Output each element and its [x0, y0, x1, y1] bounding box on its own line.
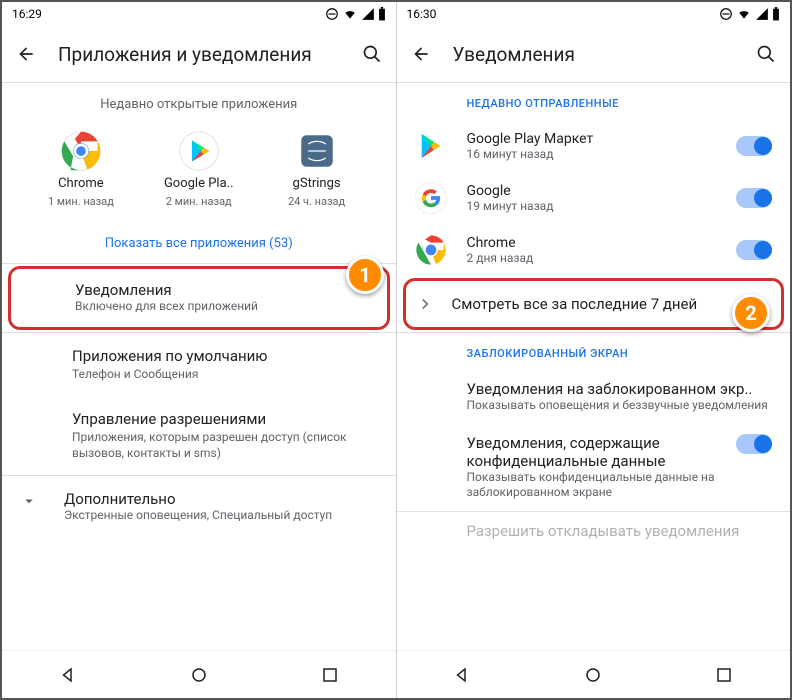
item-subtitle: Включено для всех приложений — [75, 299, 373, 315]
battery-icon — [772, 7, 780, 21]
search-button[interactable] — [360, 42, 384, 66]
dnd-icon — [325, 7, 339, 21]
permissions-item[interactable]: Управление разрешениями Приложения, кото… — [2, 396, 396, 475]
notif-name: Google — [467, 183, 717, 199]
notif-time: 19 минут назад — [467, 199, 717, 213]
header: Уведомления — [397, 26, 791, 82]
notif-item-playmarket[interactable]: Google Play Маркет 16 минут назад — [397, 120, 791, 172]
divider — [2, 263, 396, 264]
toggle-switch[interactable] — [736, 434, 772, 454]
notif-item-google[interactable]: Google 19 минут назад — [397, 172, 791, 224]
app-item-googleplay[interactable]: Google Pla.. 2 мин. назад — [154, 130, 244, 208]
nav-bar — [397, 650, 791, 698]
back-button[interactable] — [409, 42, 433, 66]
recent-apps-label: Недавно открытые приложения — [2, 83, 396, 122]
status-bar: 16:30 — [397, 2, 791, 26]
item-title: Уведомления, содержащие конфиденциальные… — [467, 434, 727, 470]
item-title: Уведомления на заблокированном экр.. — [467, 380, 773, 398]
allow-snooze-item[interactable]: Разрешить откладывать уведомления — [397, 512, 791, 550]
app-name: Google Pla.. — [164, 176, 234, 191]
chrome-icon — [60, 130, 102, 172]
signal-icon — [755, 7, 769, 21]
nav-back[interactable] — [450, 663, 474, 687]
item-subtitle: Показывать конфиденциальные данные на за… — [467, 470, 727, 501]
default-apps-item[interactable]: Приложения по умолчанию Телефон и Сообще… — [2, 333, 396, 397]
notif-name: Google Play Маркет — [467, 131, 717, 147]
item-subtitle: Приложения, которым разрешен доступ (спи… — [72, 430, 378, 461]
wifi-icon — [736, 7, 752, 21]
status-icons — [325, 7, 386, 21]
nav-bar — [2, 650, 396, 698]
callout-badge-2: 2 — [732, 294, 770, 332]
status-bar: 16:29 — [2, 2, 396, 26]
search-button[interactable] — [754, 42, 778, 66]
recent-sent-label: НЕДАВНО ОТПРАВЛЕННЫЕ — [397, 83, 791, 120]
notif-time: 2 дня назад — [467, 251, 717, 265]
toggle-switch[interactable] — [736, 188, 772, 208]
lock-section-label: ЗАБЛОКИРОВАННЫЙ ЭКРАН — [397, 333, 791, 370]
dnd-icon — [719, 7, 733, 21]
toggle-switch[interactable] — [736, 240, 772, 260]
nav-back[interactable] — [56, 663, 80, 687]
status-time: 16:30 — [407, 7, 437, 21]
signal-icon — [361, 7, 375, 21]
notifications-item-highlighted[interactable]: Уведомления Включено для всех приложений — [8, 266, 390, 330]
chevron-right-icon — [416, 295, 434, 313]
item-title: Управление разрешениями — [72, 410, 266, 428]
app-name: Chrome — [58, 176, 104, 191]
chrome-icon — [415, 234, 447, 266]
recent-apps-row: Chrome 1 мин. назад Google Pla.. 2 мин. … — [2, 122, 396, 220]
wifi-icon — [342, 7, 358, 21]
show-all-apps[interactable]: Показать все приложения (53) — [2, 220, 396, 263]
notif-item-chrome[interactable]: Chrome 2 дня назад — [397, 224, 791, 276]
item-subtitle: Показывать оповещения и беззвучные уведо… — [467, 398, 773, 414]
chevron-down-icon — [20, 490, 40, 510]
app-time: 2 мин. назад — [166, 195, 232, 208]
header: Приложения и уведомления — [2, 26, 396, 82]
item-title: Разрешить откладывать уведомления — [467, 522, 773, 540]
google-icon — [415, 182, 447, 214]
toggle-switch[interactable] — [736, 136, 772, 156]
item-subtitle: Экстренные оповещения, Специальный досту… — [64, 508, 332, 524]
item-title: Смотреть все за последние 7 дней — [452, 295, 698, 313]
play-icon — [178, 130, 220, 172]
page-title: Уведомления — [453, 43, 735, 66]
status-time: 16:29 — [12, 7, 42, 21]
notif-name: Chrome — [467, 235, 717, 251]
item-title: Уведомления — [75, 281, 373, 299]
lock-notifications-item[interactable]: Уведомления на заблокированном экр.. Пок… — [397, 370, 791, 424]
app-item-chrome[interactable]: Chrome 1 мин. назад — [36, 130, 126, 208]
app-name: gStrings — [293, 176, 341, 191]
confidential-notifications-item[interactable]: Уведомления, содержащие конфиденциальные… — [397, 424, 791, 511]
battery-icon — [378, 7, 386, 21]
status-icons — [719, 7, 780, 21]
item-subtitle: Телефон и Сообщения — [72, 367, 198, 383]
callout-badge-1: 1 — [346, 256, 384, 294]
right-phone-screen: 16:30 Уведомления НЕДАВНО ОТПРАВЛЕННЫЕ — [397, 2, 791, 698]
app-time: 24 ч. назад — [288, 195, 345, 208]
left-phone-screen: 16:29 Приложения и уведомления Недавно о… — [2, 2, 397, 698]
nav-recents[interactable] — [318, 663, 342, 687]
app-item-gstrings[interactable]: gStrings 24 ч. назад — [272, 130, 362, 208]
play-icon — [415, 130, 447, 162]
see-all-item-highlighted[interactable]: Смотреть все за последние 7 дней — [403, 278, 785, 330]
nav-home[interactable] — [187, 663, 211, 687]
back-button[interactable] — [14, 42, 38, 66]
gstrings-icon — [296, 130, 338, 172]
item-title: Приложения по умолчанию — [72, 347, 268, 365]
nav-home[interactable] — [581, 663, 605, 687]
app-time: 1 мин. назад — [48, 195, 114, 208]
item-title: Дополнительно — [64, 490, 332, 508]
page-title: Приложения и уведомления — [58, 43, 340, 66]
nav-recents[interactable] — [712, 663, 736, 687]
advanced-item[interactable]: Дополнительно Экстренные оповещения, Спе… — [2, 476, 396, 538]
notif-time: 16 минут назад — [467, 147, 717, 161]
